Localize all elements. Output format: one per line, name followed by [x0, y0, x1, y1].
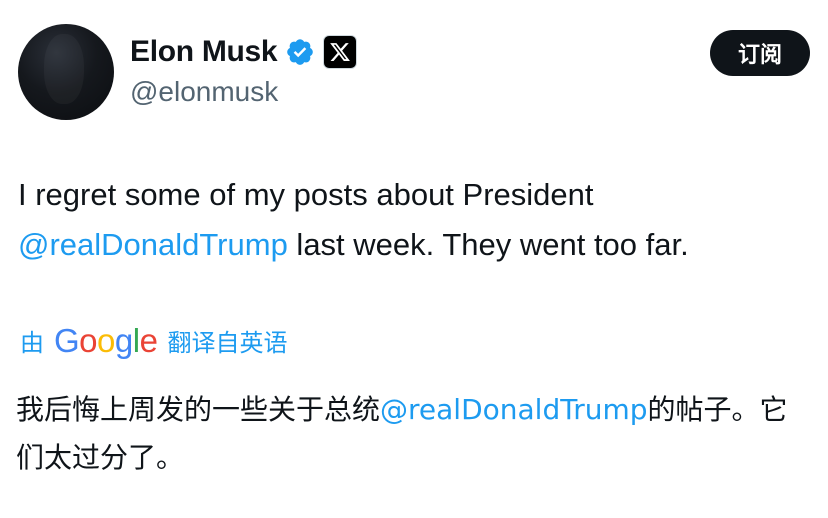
post-text-after: last week. They went too far.: [287, 227, 689, 262]
verified-badge-icon[interactable]: [285, 37, 315, 67]
translation-suffix: 翻译自英语: [167, 328, 288, 357]
google-letter-e: e: [139, 321, 158, 359]
post-text-before: I regret some of my posts about Presiden…: [18, 177, 594, 212]
post-header: Elon Musk @elonmusk 订阅: [18, 24, 810, 122]
google-letter-g: G: [54, 321, 80, 359]
translated-text-before: 我后悔上周发的一些关于总统: [16, 393, 381, 426]
translated-mention-link[interactable]: @realDonaldTrump: [380, 393, 648, 426]
avatar[interactable]: [18, 24, 114, 120]
google-letter-g2: g: [114, 321, 133, 359]
google-letter-l: l: [132, 321, 140, 359]
post-body: I regret some of my posts about Presiden…: [18, 170, 818, 270]
google-letter-o1: o: [79, 321, 98, 359]
google-logo: Google: [54, 321, 158, 359]
author-name-row: Elon Musk: [130, 32, 358, 72]
post-mention-link[interactable]: @realDonaldTrump: [18, 227, 288, 262]
translation-attribution[interactable]: 由 Google 翻译自英语: [20, 318, 287, 362]
google-letter-o2: o: [97, 321, 115, 359]
x-logo-icon[interactable]: [323, 35, 358, 69]
translation-prefix: 由: [20, 328, 44, 357]
author-handle[interactable]: @elonmusk: [130, 76, 278, 108]
subscribe-button[interactable]: 订阅: [710, 30, 810, 76]
avatar-shade: [44, 34, 84, 104]
translated-post-body: 我后悔上周发的一些关于总统@realDonaldTrump的帖子。它们太过分了。: [16, 386, 812, 482]
author-display-name[interactable]: Elon Musk: [130, 35, 278, 69]
